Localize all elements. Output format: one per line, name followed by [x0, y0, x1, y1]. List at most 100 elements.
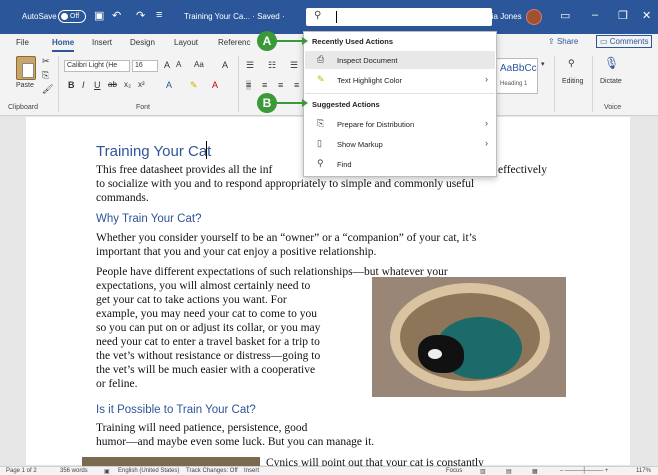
- chevron-right-icon: ›: [485, 74, 488, 84]
- divider: [238, 56, 239, 112]
- styles-scroll-icon[interactable]: ▾: [541, 60, 545, 68]
- read-mode-icon[interactable]: ▥: [480, 468, 486, 475]
- text-cursor: [206, 141, 207, 159]
- numbering-icon[interactable]: ☷: [268, 60, 276, 71]
- menu-item-label: Text Highlight Color: [337, 76, 403, 85]
- clear-formatting-icon[interactable]: A: [222, 60, 228, 70]
- zoom-level[interactable]: 117%: [636, 468, 651, 474]
- text-line: important that you and your cat enjoy a …: [96, 246, 377, 258]
- document-title[interactable]: Training Your Ca... · Saved ·: [184, 12, 285, 21]
- show-markup-icon: ▯: [317, 138, 322, 148]
- share-button[interactable]: ⇪ Share: [548, 37, 578, 46]
- align-left-icon[interactable]: ≡: [246, 80, 252, 90]
- text-line: humor—and maybe even some luck. But you …: [96, 436, 375, 448]
- tab-references[interactable]: Referenc: [218, 38, 250, 47]
- restore-icon[interactable]: ❐: [618, 9, 628, 22]
- dictate-label[interactable]: Dictate: [600, 78, 622, 85]
- autosave-toggle[interactable]: Off: [58, 10, 86, 23]
- section-heading[interactable]: Why Train Your Cat?: [96, 213, 201, 225]
- undo-icon[interactable]: ↶: [112, 9, 121, 22]
- font-size-select[interactable]: 16: [132, 60, 158, 72]
- font-color-icon[interactable]: A: [212, 80, 218, 90]
- page-title[interactable]: Training Your Cat: [96, 143, 211, 160]
- multilevel-list-icon[interactable]: ☰: [290, 60, 298, 71]
- web-layout-icon[interactable]: ▦: [532, 468, 538, 475]
- grow-font-icon[interactable]: A: [164, 60, 170, 70]
- tab-home[interactable]: Home: [52, 38, 75, 52]
- underline-icon[interactable]: U: [94, 80, 101, 90]
- close-icon[interactable]: ✕: [642, 9, 651, 22]
- align-right-icon[interactable]: ≡: [278, 80, 283, 90]
- word-count[interactable]: 356 words: [60, 468, 88, 474]
- tab-design[interactable]: Design: [130, 38, 155, 47]
- justify-icon[interactable]: ≡: [294, 80, 299, 90]
- chevron-right-icon: ›: [485, 118, 488, 128]
- text-line: Training will need patience, persistence…: [96, 422, 308, 434]
- proofing-icon[interactable]: ▣: [104, 468, 110, 475]
- page-count[interactable]: Page 1 of 2: [6, 468, 37, 474]
- microphone-icon[interactable]: 🎙: [604, 56, 619, 70]
- bold-icon[interactable]: B: [68, 80, 75, 90]
- redo-icon[interactable]: ↷: [136, 9, 145, 22]
- search-icon[interactable]: ⚲: [568, 58, 575, 69]
- menu-item-label: Find: [337, 160, 352, 169]
- copy-icon[interactable]: ⎘: [42, 70, 49, 81]
- menu-item-show-markup[interactable]: ▯ Show Markup ›: [305, 135, 495, 153]
- tab-layout[interactable]: Layout: [174, 38, 198, 47]
- italic-icon[interactable]: I: [82, 80, 85, 90]
- paste-label[interactable]: Paste: [16, 82, 34, 89]
- menu-item-label: Show Markup: [337, 140, 383, 149]
- clipboard-group-label: Clipboard: [8, 104, 38, 111]
- suggested-actions-header: Suggested Actions: [312, 100, 380, 109]
- menu-item-prepare-for-distribution[interactable]: ⎘ Prepare for Distribution ›: [305, 115, 495, 133]
- bullets-icon[interactable]: ☰: [246, 60, 254, 71]
- comments-button[interactable]: ▭ Comments: [596, 35, 653, 48]
- shrink-font-icon[interactable]: A: [176, 60, 181, 69]
- align-center-icon[interactable]: ≡: [262, 80, 267, 90]
- user-name[interactable]: Maria Jones: [478, 12, 522, 21]
- tab-insert[interactable]: Insert: [92, 38, 112, 47]
- subscript-icon[interactable]: x₂: [124, 80, 131, 89]
- zoom-slider[interactable]: – ────┼──── +: [560, 468, 608, 474]
- avatar[interactable]: [526, 9, 542, 25]
- save-icon[interactable]: ▣: [94, 9, 104, 22]
- insert-mode[interactable]: Insert: [244, 468, 259, 474]
- word-window: AutoSave Off ▣ ↶ ↷ ≡ Training Your Ca...…: [0, 0, 658, 475]
- superscript-icon[interactable]: x²: [138, 80, 145, 89]
- menu-item-find[interactable]: ⚲ Find: [305, 155, 495, 173]
- customize-icon[interactable]: ≡: [156, 9, 162, 21]
- styles-gallery[interactable]: AaBbCc Heading 1: [496, 58, 538, 94]
- body-paragraph[interactable]: Whether you consider yourself to be an “…: [96, 231, 556, 259]
- text-effects-icon[interactable]: A: [166, 80, 172, 90]
- focus-button[interactable]: Focus: [446, 468, 462, 474]
- language[interactable]: English (United States): [118, 468, 179, 474]
- voice-group-label: Voice: [604, 104, 622, 111]
- callout-arrow: [276, 37, 308, 45]
- search-icon: ⚲: [314, 10, 322, 21]
- editing-label[interactable]: Editing: [562, 78, 583, 85]
- tab-file[interactable]: File: [16, 38, 29, 47]
- minimize-icon[interactable]: –: [592, 9, 598, 21]
- font-name-select[interactable]: Calibri Light (He: [64, 60, 130, 72]
- text-line: Whether you consider yourself to be an “…: [96, 232, 477, 244]
- section-heading[interactable]: Is it Possible to Train Your Cat?: [96, 404, 256, 416]
- format-painter-icon[interactable]: 🖌: [42, 84, 53, 95]
- menu-item-inspect-document[interactable]: ⎙ Inspect Document: [305, 51, 495, 69]
- cat-in-basket-image[interactable]: [372, 277, 566, 397]
- callout-arrow: [276, 99, 308, 107]
- divider: [58, 56, 59, 112]
- status-bar: Page 1 of 2 356 words ▣ English (United …: [0, 466, 658, 475]
- print-layout-icon[interactable]: ▤: [506, 468, 512, 475]
- paste-icon[interactable]: [16, 56, 36, 80]
- search-input[interactable]: ⚲: [306, 8, 492, 26]
- change-case-icon[interactable]: Aa: [194, 60, 204, 69]
- ribbon-display-icon[interactable]: ▭: [560, 9, 570, 22]
- body-paragraph[interactable]: Training will need patience, persistence…: [96, 421, 556, 449]
- callout-b: B: [257, 93, 277, 113]
- track-changes-status[interactable]: Track Changes: Off: [186, 468, 238, 474]
- strikethrough-icon[interactable]: ab: [108, 80, 117, 89]
- menu-item-text-highlight-color[interactable]: ✎ Text Highlight Color ›: [305, 71, 495, 89]
- highlighter-icon[interactable]: ✎: [190, 80, 198, 91]
- cut-icon[interactable]: ✂: [42, 56, 50, 67]
- divider: [592, 56, 593, 112]
